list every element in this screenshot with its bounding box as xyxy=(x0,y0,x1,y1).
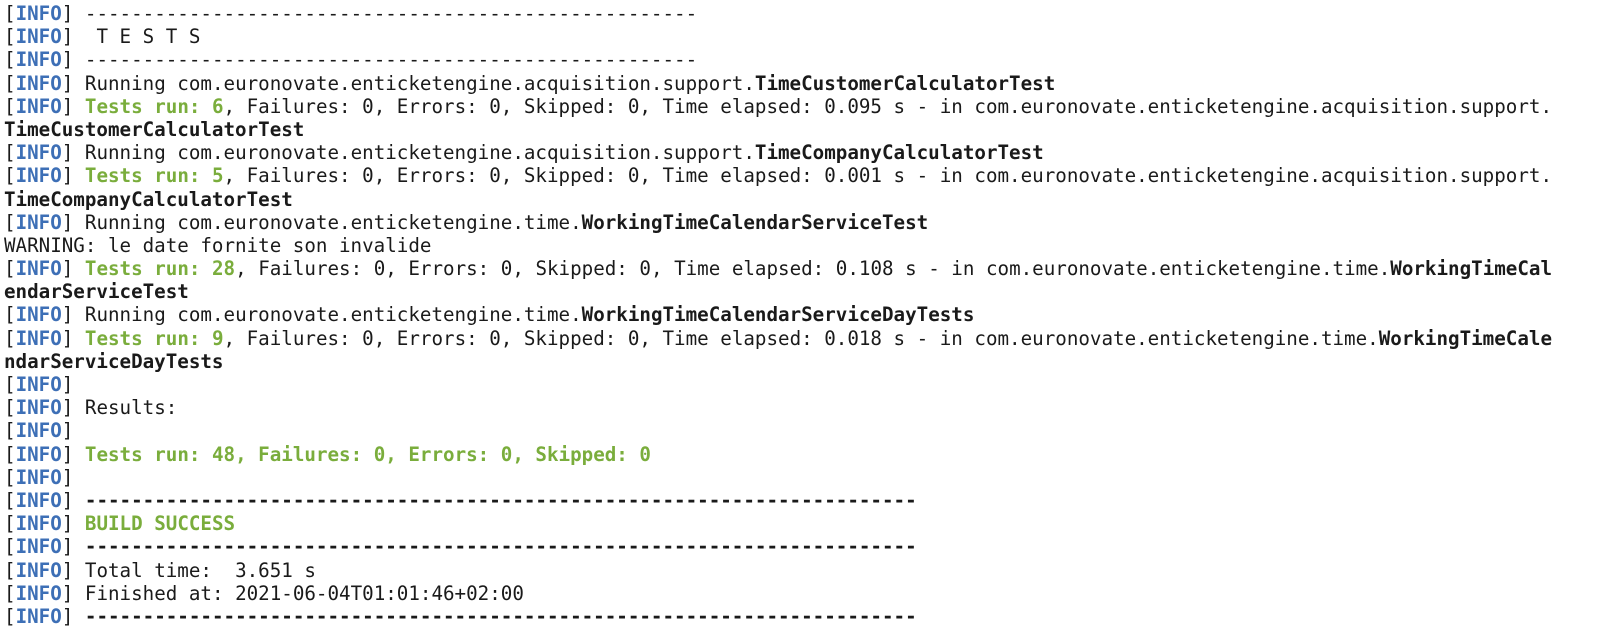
log-text-segment: Total time: 3.651 s xyxy=(73,558,316,582)
log-line: [INFO] Results: xyxy=(4,396,1600,419)
log-text-segment: Running com.euronovate.enticketengine.ac… xyxy=(73,71,755,95)
log-text-segment: WorkingTimeCal xyxy=(1390,257,1553,281)
log-level-tag: [INFO] xyxy=(4,141,74,165)
log-line: TimeCompanyCalculatorTest xyxy=(4,188,1600,211)
log-text-segment: Tests run: 5 xyxy=(84,164,224,188)
log-text-segment: Results: xyxy=(73,396,178,420)
log-level-tag: [INFO] xyxy=(4,25,74,49)
log-text-segment: T E S T S xyxy=(73,25,201,49)
log-text-segment: endarServiceTest xyxy=(4,280,189,304)
log-text-segment: ----------------------------------------… xyxy=(73,2,698,25)
log-level-tag: [INFO] xyxy=(4,210,74,234)
log-line: endarServiceTest xyxy=(4,280,1600,303)
log-line: [INFO] ---------------------------------… xyxy=(4,48,1600,71)
log-text-segment: ----------------------------------------… xyxy=(73,604,917,628)
log-text-segment xyxy=(73,327,85,350)
log-text-segment: ----------------------------------------… xyxy=(73,488,917,512)
log-level-tag: [INFO] xyxy=(4,535,74,559)
log-line: [INFO] ---------------------------------… xyxy=(4,489,1600,512)
log-line: [INFO] Running com.euronovate.enticketen… xyxy=(4,72,1600,95)
log-line: [INFO] Tests run: 48, Failures: 0, Error… xyxy=(4,443,1600,466)
log-line: TimeCustomerCalculatorTest xyxy=(4,118,1600,141)
log-level-tag: [INFO] xyxy=(4,581,74,605)
log-text-segment: Finished at: 2021-06-04T01:01:46+02:00 xyxy=(73,581,524,605)
log-level-tag: [INFO] xyxy=(4,48,74,72)
log-text-segment: ndarServiceDayTests xyxy=(4,349,224,373)
log-line: [INFO] ---------------------------------… xyxy=(4,535,1600,558)
log-level-tag: [INFO] xyxy=(4,419,74,443)
log-text-segment: Running com.euronovate.enticketengine.ti… xyxy=(73,303,582,327)
log-line: ndarServiceDayTests xyxy=(4,350,1600,373)
log-text-segment: Running com.euronovate.enticketengine.ti… xyxy=(73,210,582,234)
log-text-segment xyxy=(73,443,85,466)
log-line: [INFO] ---------------------------------… xyxy=(4,605,1600,628)
log-text-segment: , Failures: 0, Errors: 0, Skipped: 0, Ti… xyxy=(223,326,1379,350)
log-text-segment: , Failures: 0, Errors: 0, Skipped: 0, Ti… xyxy=(235,257,1391,281)
log-level-tag: [INFO] xyxy=(4,94,74,118)
log-text-segment: WARNING: le date fornite son invalide xyxy=(4,233,432,257)
log-text-segment: ----------------------------------------… xyxy=(73,48,698,72)
log-text-segment: WorkingTimeCalendarServiceDayTests xyxy=(581,303,975,327)
log-text-segment: TimeCustomerCalculatorTest xyxy=(754,71,1056,95)
log-line: [INFO] T E S T S xyxy=(4,25,1600,48)
log-text-segment xyxy=(73,164,85,187)
log-line: [INFO] Tests run: 5, Failures: 0, Errors… xyxy=(4,164,1600,187)
log-line: [INFO] Tests run: 28, Failures: 0, Error… xyxy=(4,257,1600,280)
log-line: [INFO] Running com.euronovate.enticketen… xyxy=(4,303,1600,326)
log-level-tag: [INFO] xyxy=(4,396,74,420)
log-text-segment xyxy=(73,257,85,280)
log-line: WARNING: le date fornite son invalide xyxy=(4,234,1600,257)
log-level-tag: [INFO] xyxy=(4,2,74,25)
log-level-tag: [INFO] xyxy=(4,164,74,188)
log-level-tag: [INFO] xyxy=(4,326,74,350)
log-level-tag: [INFO] xyxy=(4,373,74,396)
log-line: [INFO] xyxy=(4,466,1600,489)
log-text-segment xyxy=(73,512,85,535)
log-level-tag: [INFO] xyxy=(4,558,74,582)
log-text-segment: TimeCustomerCalculatorTest xyxy=(4,117,305,141)
log-text-segment xyxy=(73,95,85,118)
log-level-tag: [INFO] xyxy=(4,465,74,489)
log-line: [INFO] xyxy=(4,373,1600,396)
log-text-segment: Running com.euronovate.enticketengine.ac… xyxy=(73,141,755,165)
log-line: [INFO] Finished at: 2021-06-04T01:01:46+… xyxy=(4,582,1600,605)
log-line: [INFO] BUILD SUCCESS xyxy=(4,512,1600,535)
log-line: [INFO] Tests run: 9, Failures: 0, Errors… xyxy=(4,327,1600,350)
log-text-segment: BUILD SUCCESS xyxy=(84,512,236,536)
log-level-tag: [INFO] xyxy=(4,442,74,466)
log-text-segment: , Failures: 0, Errors: 0, Skipped: 0, Ti… xyxy=(223,94,1552,118)
log-level-tag: [INFO] xyxy=(4,512,74,536)
log-text-segment: TimeCompanyCalculatorTest xyxy=(4,187,293,211)
log-text-segment: TimeCompanyCalculatorTest xyxy=(754,141,1044,165)
log-line: [INFO] Running com.euronovate.enticketen… xyxy=(4,141,1600,164)
log-text-segment: , Failures: 0, Errors: 0, Skipped: 0, Ti… xyxy=(223,164,1552,188)
log-text-segment: Tests run: 6 xyxy=(84,94,224,118)
log-level-tag: [INFO] xyxy=(4,488,74,512)
log-text-segment: WorkingTimeCalendarServiceTest xyxy=(581,210,929,234)
log-line: [INFO] ---------------------------------… xyxy=(4,2,1600,25)
log-line: [INFO] Total time: 3.651 s xyxy=(4,559,1600,582)
log-level-tag: [INFO] xyxy=(4,71,74,95)
log-text-segment: Tests run: 48, Failures: 0, Errors: 0, S… xyxy=(84,442,651,466)
log-text-segment: Tests run: 28 xyxy=(84,257,236,281)
log-text-segment: ----------------------------------------… xyxy=(73,535,917,559)
log-line: [INFO] Tests run: 6, Failures: 0, Errors… xyxy=(4,95,1600,118)
log-text-segment: Tests run: 9 xyxy=(84,326,224,350)
log-level-tag: [INFO] xyxy=(4,604,74,628)
terminal-output[interactable]: [INFO] ---------------------------------… xyxy=(0,0,1600,628)
log-line: [INFO] Running com.euronovate.enticketen… xyxy=(4,211,1600,234)
log-level-tag: [INFO] xyxy=(4,257,74,281)
log-text-segment: WorkingTimeCale xyxy=(1378,326,1552,350)
log-level-tag: [INFO] xyxy=(4,303,74,327)
log-line: [INFO] xyxy=(4,419,1600,442)
